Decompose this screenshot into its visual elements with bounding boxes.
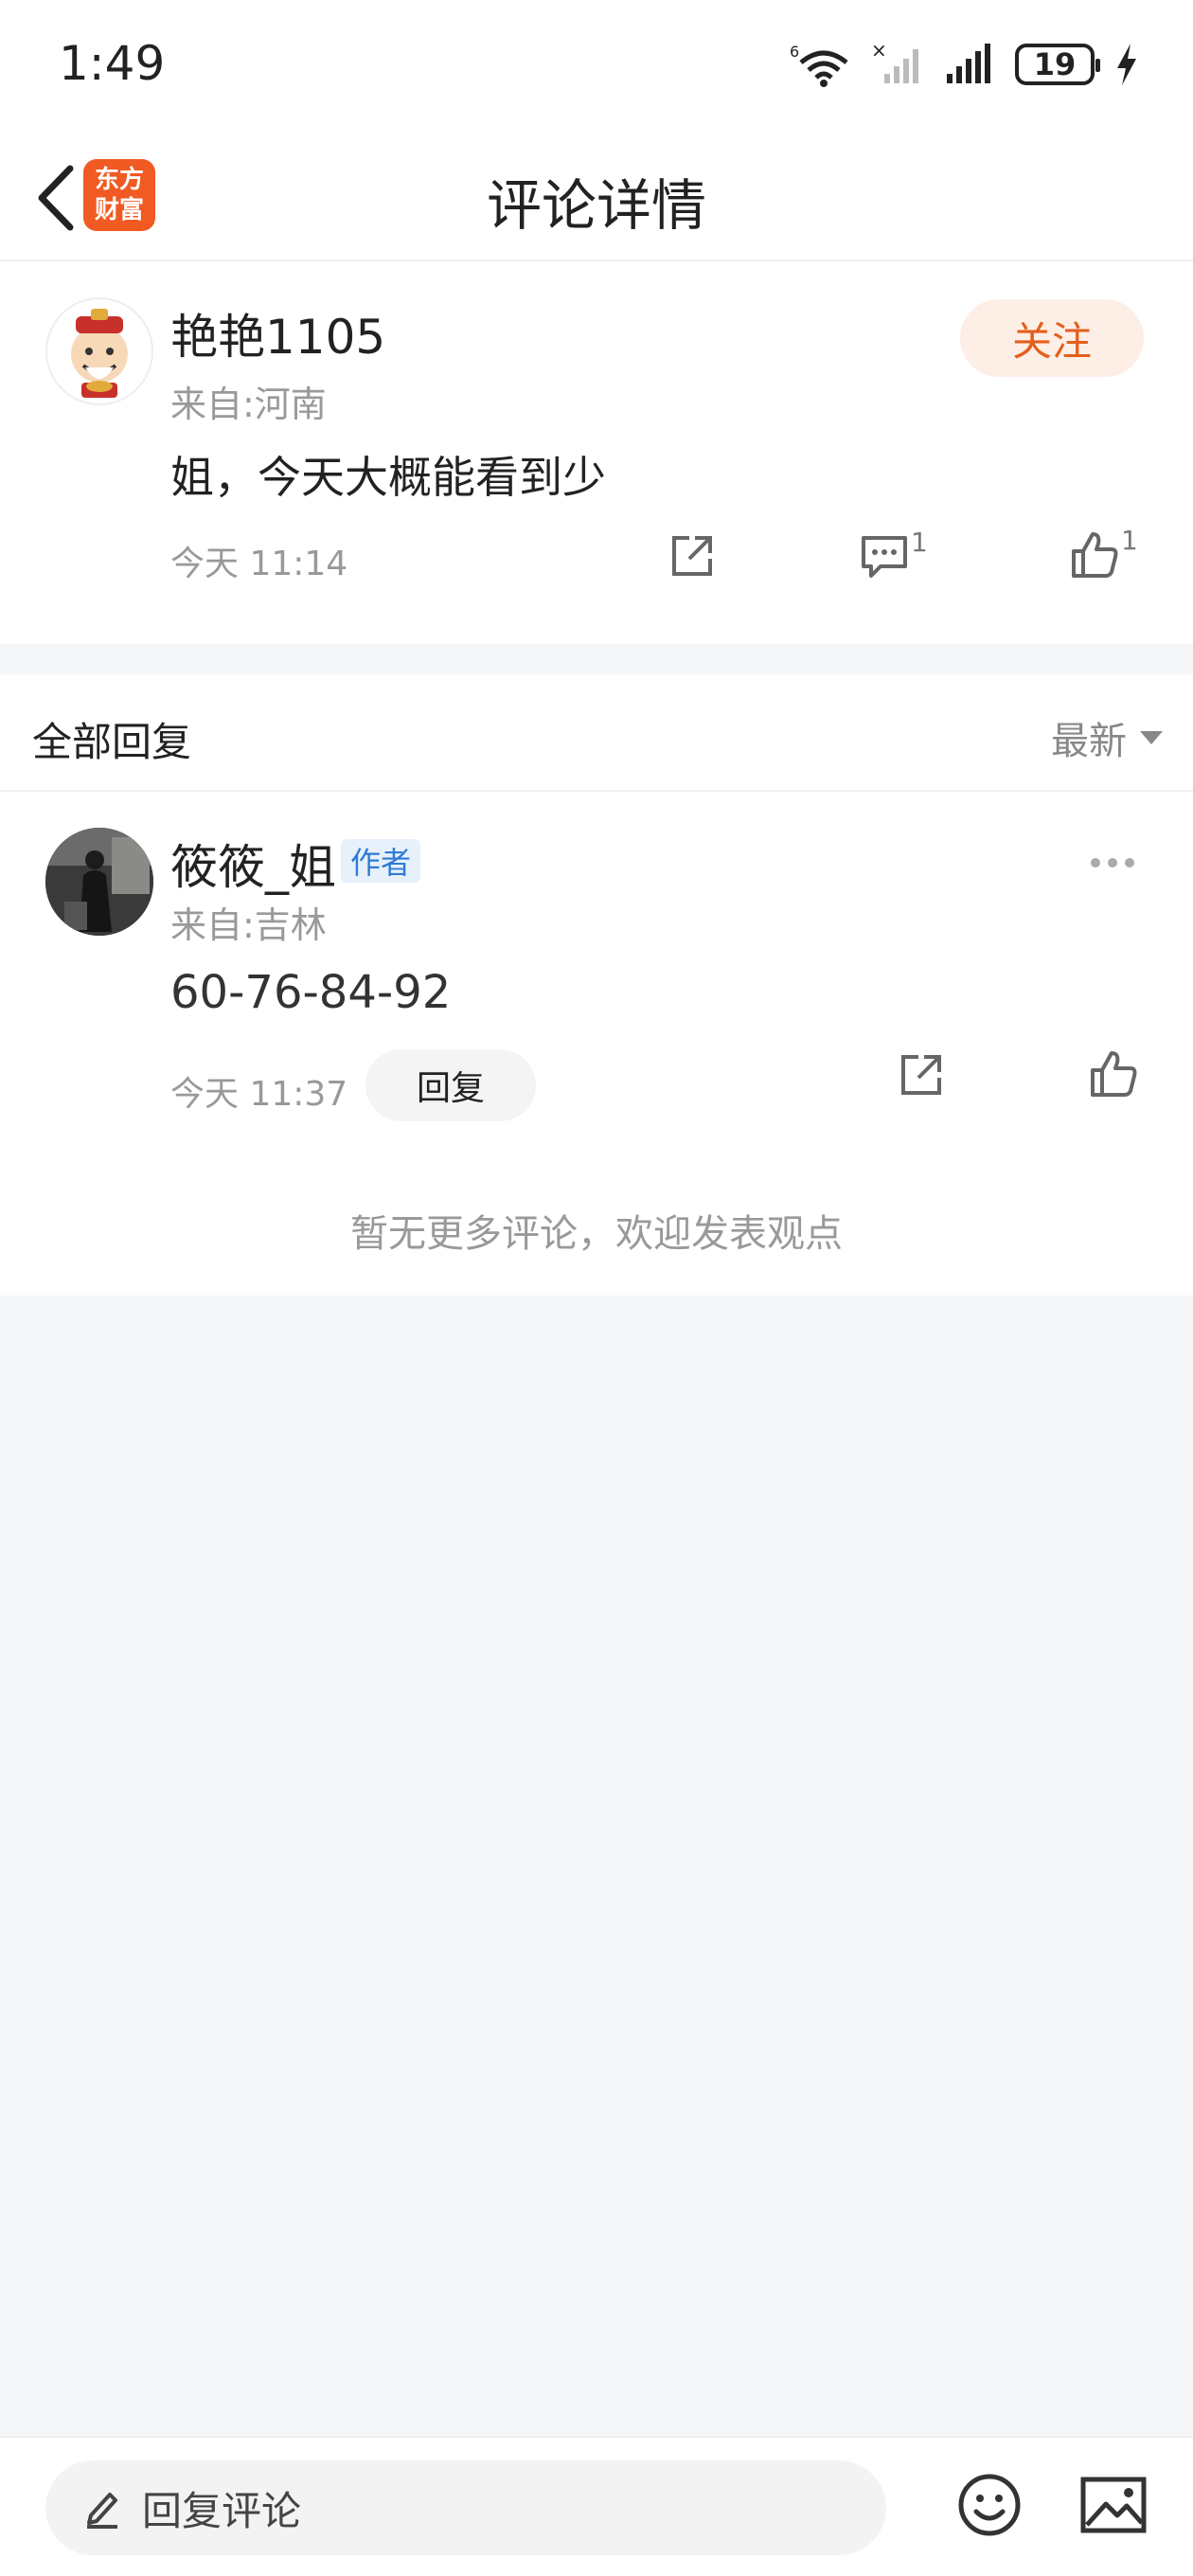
like-icon xyxy=(1091,1051,1137,1097)
main-comment: 艳艳1105 来自:河南 关注 姐，今天大概能看到少 今天 11:14 1 1 xyxy=(0,261,1193,644)
share-icon xyxy=(672,536,712,576)
author-badge: 作者 xyxy=(341,839,421,883)
wifi-icon: 6 xyxy=(790,43,848,87)
status-icons: 6 × 19 xyxy=(790,42,1138,87)
svg-text:×: × xyxy=(871,42,887,62)
reply-time: 今天 11:37 xyxy=(170,1075,348,1114)
charging-icon xyxy=(1117,44,1136,85)
like-icon xyxy=(1072,532,1118,578)
comment-time: 今天 11:14 xyxy=(170,545,348,583)
signal-icon xyxy=(947,44,990,83)
avatar-photo-icon xyxy=(45,828,153,936)
replies-section: 全部回复 最新 筱筱_姐 作者 来自:吉林 60-76-84-92 今天 11:… xyxy=(0,674,1193,1296)
reply-input[interactable]: 回复评论 xyxy=(45,2460,886,2555)
share-icon xyxy=(901,1055,941,1095)
emoji-icon xyxy=(958,2474,1021,2536)
status-time: 1:49 xyxy=(59,36,166,91)
share-button[interactable] xyxy=(668,532,716,580)
bottom-bar: 回复评论 xyxy=(0,2436,1193,2576)
reply-text: 60-76-84-92 xyxy=(170,966,452,1019)
more-icon xyxy=(1125,858,1134,868)
no-more-comments: 暂无更多评论，欢迎发表观点 xyxy=(350,1212,843,1256)
replies-header: 全部回复 最新 xyxy=(0,674,1193,792)
comment-icon xyxy=(862,536,907,578)
like-count: 1 xyxy=(1121,525,1138,556)
image-button[interactable] xyxy=(1079,2472,1148,2538)
page-title: 评论详情 xyxy=(486,173,706,238)
signal-off-icon: × xyxy=(871,42,918,83)
avatar[interactable] xyxy=(45,297,153,405)
user-location: 来自:河南 xyxy=(170,384,327,425)
reply-avatar[interactable] xyxy=(45,828,153,936)
reply-location: 来自:吉林 xyxy=(170,904,327,946)
follow-button[interactable]: 关注 xyxy=(960,299,1144,377)
reply-share-button[interactable] xyxy=(898,1051,945,1099)
svg-text:6: 6 xyxy=(790,43,799,61)
comment-count: 1 xyxy=(911,527,928,558)
more-icon xyxy=(1091,858,1100,868)
user-name[interactable]: 艳艳1105 xyxy=(170,299,385,367)
comment-text: 姐，今天大概能看到少 xyxy=(170,452,606,503)
like-button[interactable]: 1 xyxy=(1070,525,1138,580)
more-button[interactable] xyxy=(1091,849,1148,877)
status-bar: 1:49 6 × 19 xyxy=(0,0,1193,133)
reply-like-button[interactable] xyxy=(1089,1049,1138,1099)
caret-down-icon xyxy=(1140,731,1163,744)
battery-indicator: 19 xyxy=(1015,44,1100,85)
replies-title: 全部回复 xyxy=(32,719,192,765)
nav-bar: 东方 财富 评论详情 xyxy=(0,133,1193,261)
sort-select[interactable]: 最新 xyxy=(1051,710,1163,765)
emoji-button[interactable] xyxy=(956,2472,1023,2538)
edit-icon xyxy=(87,2493,117,2529)
reply-user-name[interactable]: 筱筱_姐 xyxy=(170,830,336,898)
reply-input-placeholder: 回复评论 xyxy=(142,2487,302,2534)
reply-item: 筱筱_姐 作者 来自:吉林 60-76-84-92 今天 11:37 回复 xyxy=(0,792,1193,1190)
comment-button[interactable]: 1 xyxy=(860,527,928,580)
more-icon xyxy=(1108,858,1117,868)
sort-label: 最新 xyxy=(1051,720,1127,763)
image-icon xyxy=(1080,2477,1147,2533)
avatar-cartoon-icon xyxy=(71,309,128,398)
reply-button[interactable]: 回复 xyxy=(365,1049,536,1121)
